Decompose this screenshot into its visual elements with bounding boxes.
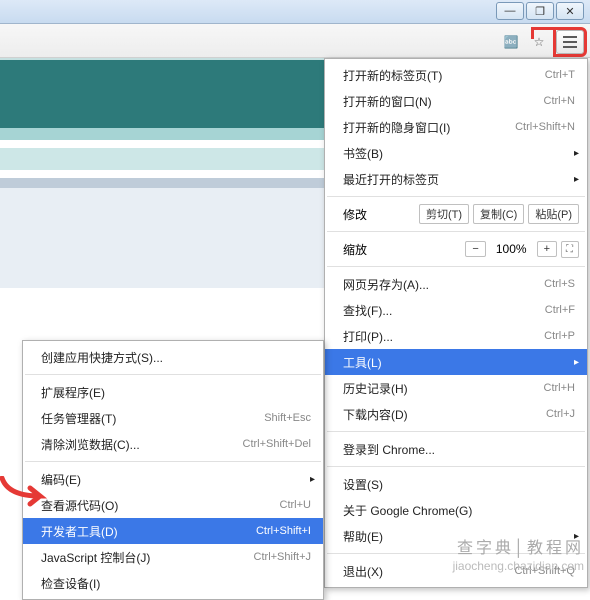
minimize-button[interactable]: — (496, 2, 524, 20)
zoom-label: 缩放 (343, 241, 461, 258)
zoom-value: 100% (490, 242, 533, 256)
copy-button[interactable]: 复制(C) (473, 204, 524, 224)
chevron-right-icon: ▸ (574, 148, 579, 159)
menu-bookmarks[interactable]: 书签(B)▸ (325, 140, 587, 166)
close-button[interactable]: ✕ (556, 2, 584, 20)
menu-recent-tabs[interactable]: 最近打开的标签页▸ (325, 166, 587, 192)
page-content (0, 58, 324, 288)
menu-edit-row: 修改 剪切(T) 复制(C) 粘贴(P) (325, 201, 587, 227)
chevron-right-icon: ▸ (310, 474, 315, 485)
watermark: 查字典│教程网 jiaocheng.chazidian.com (453, 539, 584, 575)
bookmark-star-icon[interactable]: ☆ (528, 31, 550, 53)
browser-toolbar: 🔤 ☆ (0, 24, 590, 58)
menu-separator (25, 461, 321, 462)
edit-label: 修改 (343, 206, 415, 223)
menu-signin[interactable]: 登录到 Chrome... (325, 436, 587, 462)
menu-print[interactable]: 打印(P)...Ctrl+P (325, 323, 587, 349)
submenu-extensions[interactable]: 扩展程序(E) (23, 379, 323, 405)
chevron-right-icon: ▸ (574, 174, 579, 185)
submenu-inspect-devices[interactable]: 检查设备(I) (23, 570, 323, 596)
menu-history[interactable]: 历史记录(H)Ctrl+H (325, 375, 587, 401)
menu-downloads[interactable]: 下载内容(D)Ctrl+J (325, 401, 587, 427)
submenu-view-source[interactable]: 查看源代码(O)Ctrl+U (23, 492, 323, 518)
menu-separator (327, 266, 585, 267)
menu-about[interactable]: 关于 Google Chrome(G) (325, 497, 587, 523)
submenu-dev-tools[interactable]: 开发者工具(D)Ctrl+Shift+I (23, 518, 323, 544)
menu-find[interactable]: 查找(F)...Ctrl+F (325, 297, 587, 323)
menu-separator (25, 374, 321, 375)
cut-button[interactable]: 剪切(T) (419, 204, 469, 224)
submenu-encoding[interactable]: 编码(E)▸ (23, 466, 323, 492)
menu-separator (327, 231, 585, 232)
main-menu: 打开新的标签页(T)Ctrl+T 打开新的窗口(N)Ctrl+N 打开新的隐身窗… (324, 58, 588, 588)
fullscreen-button[interactable]: ⛶ (561, 241, 579, 258)
tools-submenu: 创建应用快捷方式(S)... 扩展程序(E) 任务管理器(T)Shift+Esc… (22, 340, 324, 600)
submenu-create-shortcut[interactable]: 创建应用快捷方式(S)... (23, 344, 323, 370)
maximize-button[interactable]: ❐ (526, 2, 554, 20)
translate-icon[interactable]: 🔤 (500, 31, 522, 53)
menu-new-window[interactable]: 打开新的窗口(N)Ctrl+N (325, 88, 587, 114)
menu-separator (327, 196, 585, 197)
menu-tools[interactable]: 工具(L)▸ (325, 349, 587, 375)
submenu-clear-data[interactable]: 清除浏览数据(C)...Ctrl+Shift+Del (23, 431, 323, 457)
chevron-right-icon: ▸ (574, 357, 579, 368)
menu-zoom-row: 缩放 − 100% + ⛶ (325, 236, 587, 262)
zoom-out-button[interactable]: − (465, 241, 485, 257)
menu-separator (327, 431, 585, 432)
submenu-js-console[interactable]: JavaScript 控制台(J)Ctrl+Shift+J (23, 544, 323, 570)
submenu-task-manager[interactable]: 任务管理器(T)Shift+Esc (23, 405, 323, 431)
menu-separator (327, 466, 585, 467)
menu-new-tab[interactable]: 打开新的标签页(T)Ctrl+T (325, 62, 587, 88)
paste-button[interactable]: 粘贴(P) (528, 204, 579, 224)
window-titlebar: — ❐ ✕ (0, 0, 590, 24)
zoom-in-button[interactable]: + (537, 241, 557, 257)
menu-settings[interactable]: 设置(S) (325, 471, 587, 497)
menu-new-incognito[interactable]: 打开新的隐身窗口(I)Ctrl+Shift+N (325, 114, 587, 140)
menu-save-as[interactable]: 网页另存为(A)...Ctrl+S (325, 271, 587, 297)
main-menu-button[interactable] (556, 30, 584, 54)
